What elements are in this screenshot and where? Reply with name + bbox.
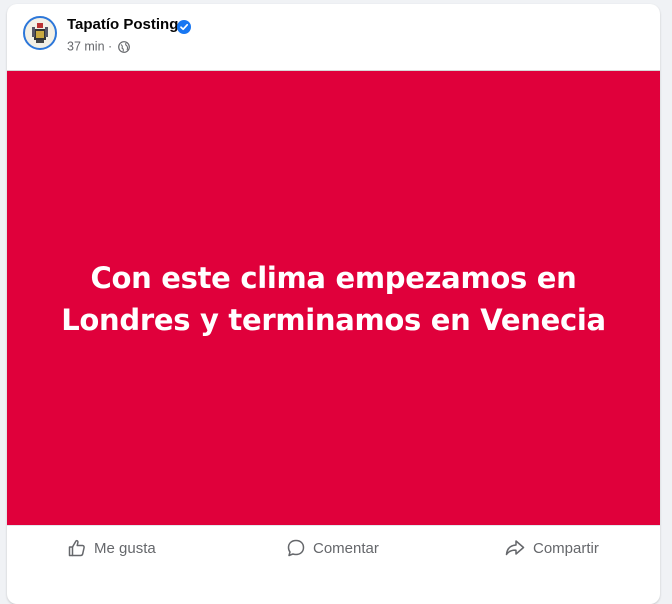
speech-bubble-icon bbox=[287, 539, 305, 557]
post-header: Tapatío Posting 37 min · bbox=[7, 4, 660, 70]
page-avatar[interactable] bbox=[23, 16, 57, 50]
avatar-emblem-icon bbox=[32, 23, 48, 43]
globe-icon[interactable] bbox=[117, 40, 130, 53]
share-arrow-icon bbox=[505, 540, 525, 556]
verified-badge-icon bbox=[177, 20, 191, 34]
like-label: Me gusta bbox=[94, 539, 156, 557]
comment-button[interactable]: Comentar bbox=[286, 532, 379, 564]
share-label: Compartir bbox=[533, 539, 599, 557]
post-card: Tapatío Posting 37 min · Con este clima … bbox=[7, 4, 660, 604]
meta-separator: · bbox=[108, 39, 113, 54]
like-button[interactable]: Me gusta bbox=[67, 532, 156, 564]
thumbs-up-icon bbox=[68, 539, 85, 557]
share-button[interactable]: Compartir bbox=[504, 532, 599, 564]
post-meta: 37 min · bbox=[67, 39, 130, 54]
post-background: Con este clima empezamos en Londres y te… bbox=[7, 70, 660, 526]
comment-label: Comentar bbox=[313, 539, 379, 557]
page-name[interactable]: Tapatío Posting bbox=[67, 16, 178, 33]
post-text: Con este clima empezamos en Londres y te… bbox=[61, 260, 606, 337]
post-timestamp[interactable]: 37 min bbox=[67, 40, 105, 54]
post-actions-bar: Me gusta Comentar Compartir bbox=[7, 525, 660, 570]
